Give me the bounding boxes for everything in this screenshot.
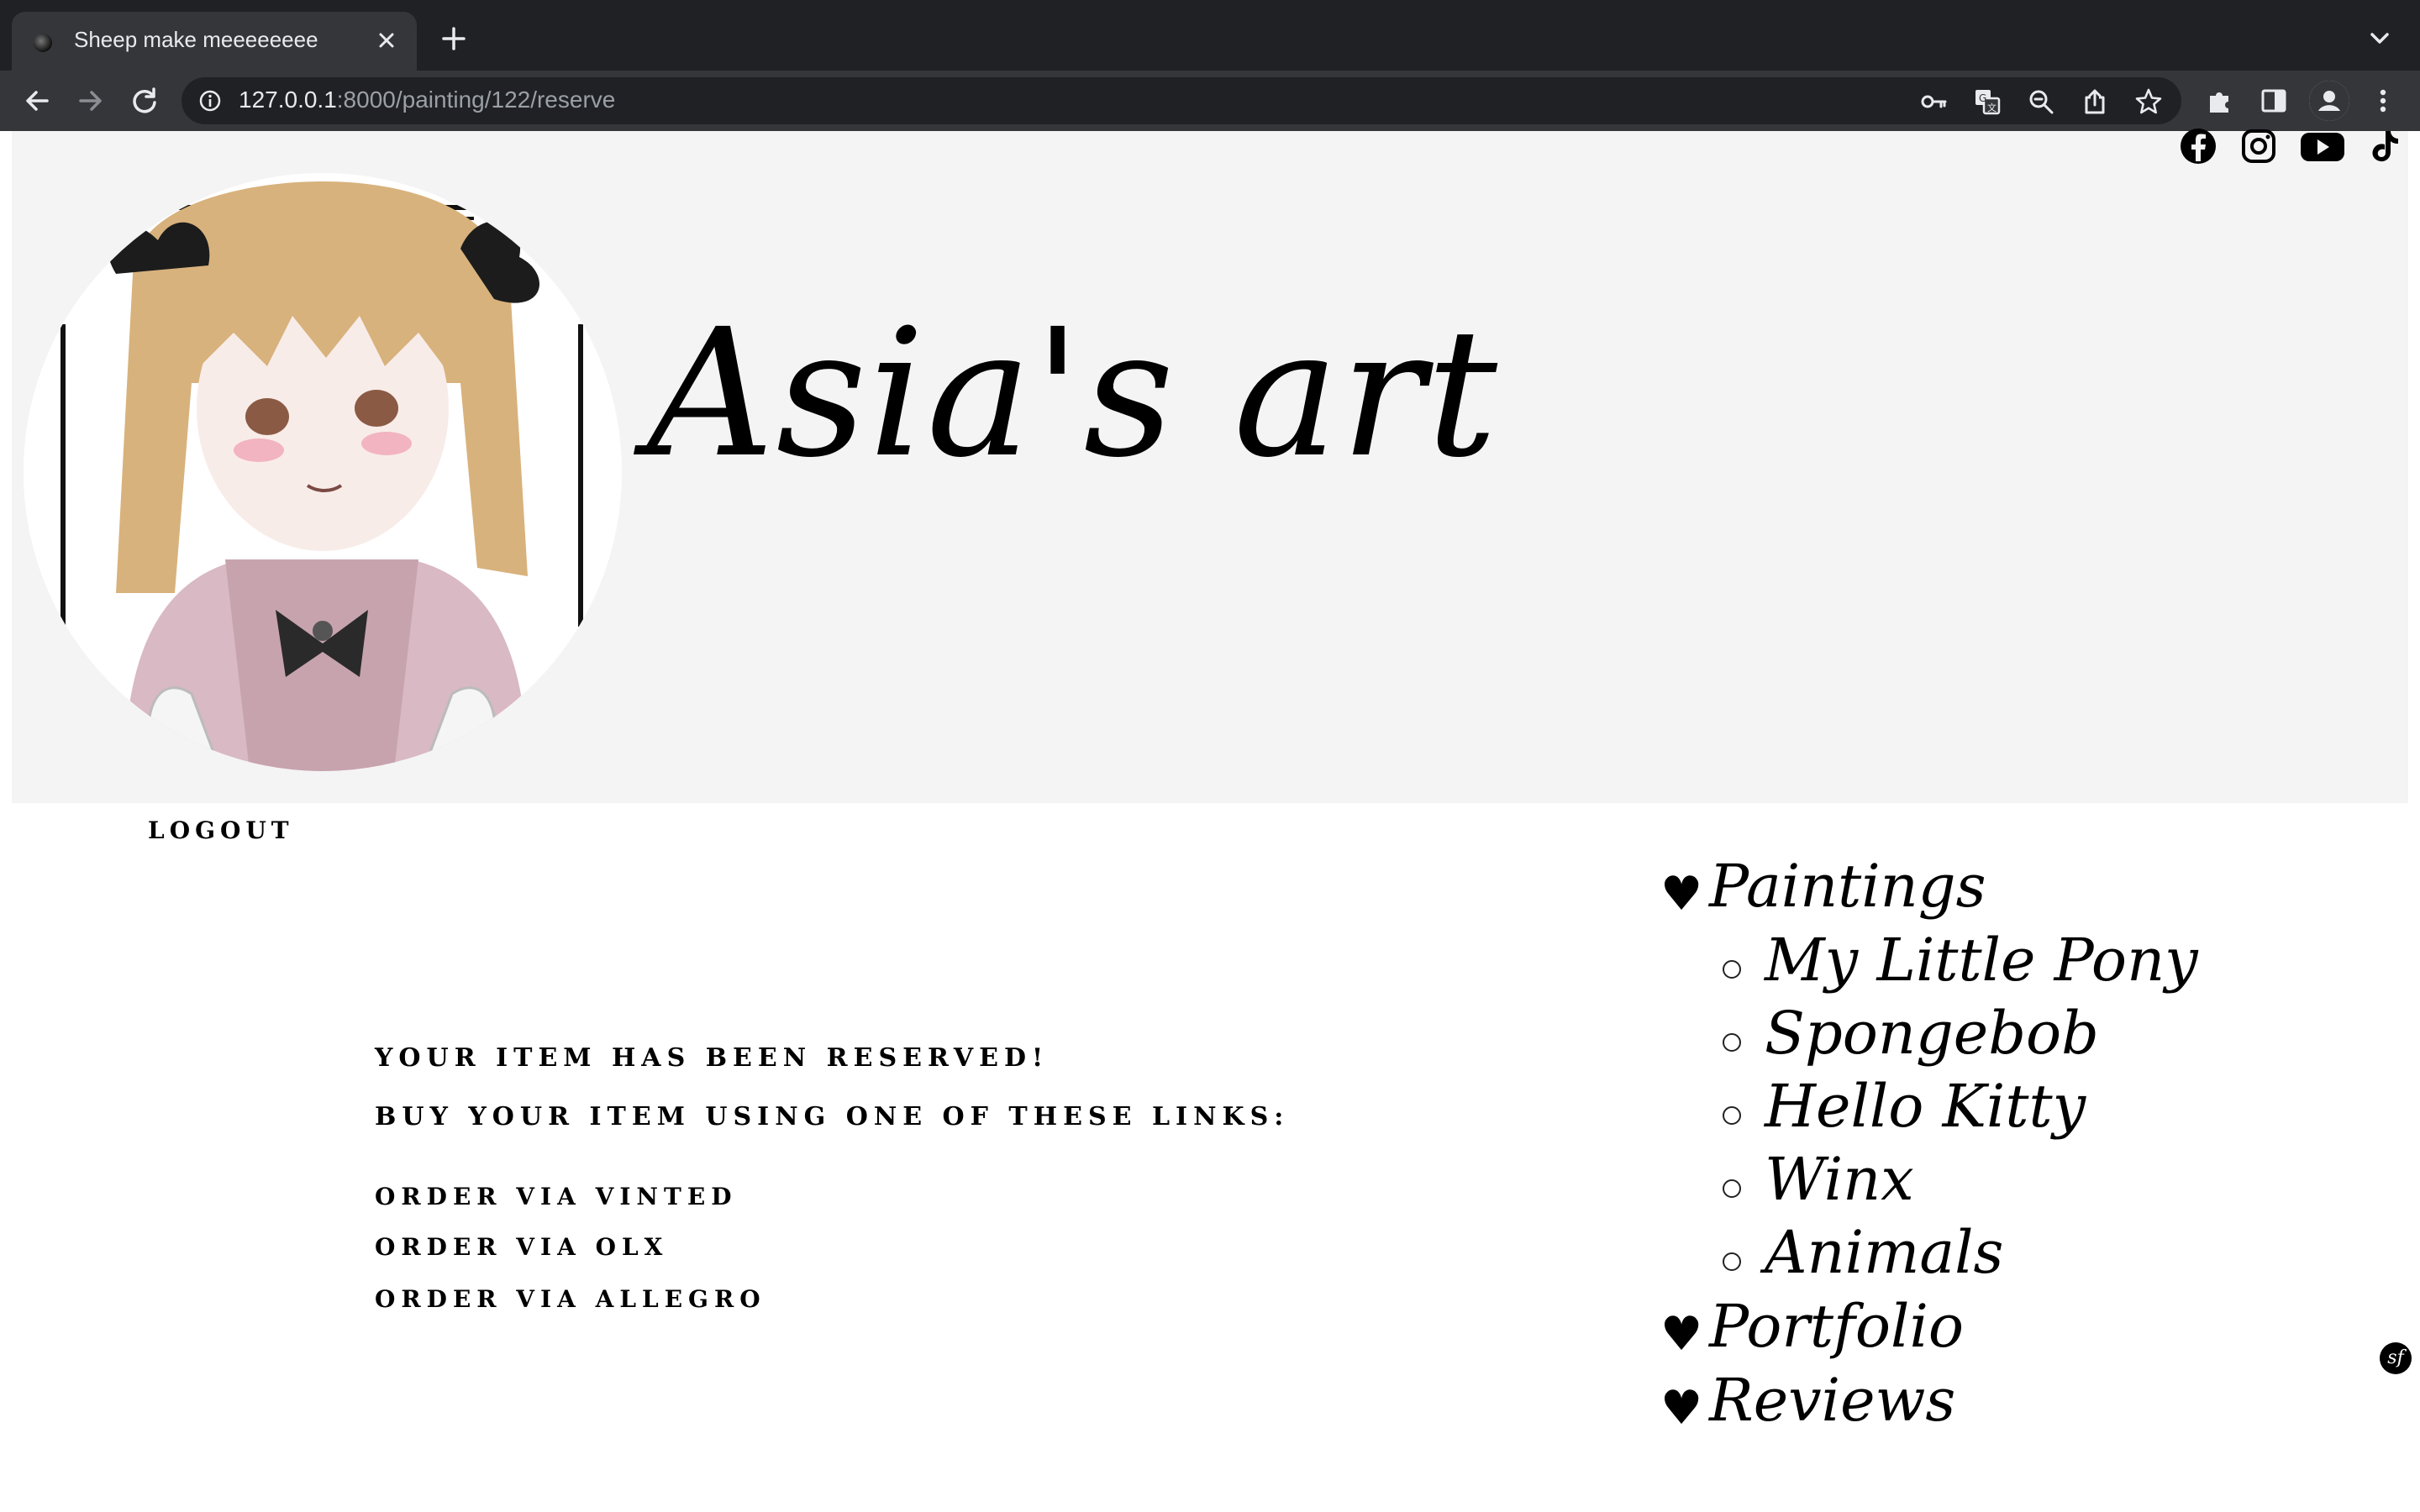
circle-bullet-icon <box>1723 1179 1741 1198</box>
reserved-message: YOUR ITEM HAS BEEN RESERVED! <box>375 1043 1050 1073</box>
order-olx-link[interactable]: ORDER VIA OLX <box>375 1233 668 1261</box>
share-icon[interactable] <box>2081 87 2109 116</box>
submenu-item-animals[interactable]: Animals <box>1765 1218 2003 1287</box>
translate-icon[interactable]: G文 <box>1973 87 2002 116</box>
circle-bullet-icon <box>1723 1252 1741 1271</box>
info-icon[interactable] <box>198 89 222 113</box>
plus-icon[interactable] <box>437 22 471 55</box>
reload-icon[interactable] <box>128 84 161 118</box>
sheep-favicon-icon <box>34 34 52 52</box>
submenu-item-hello-kitty[interactable]: Hello Kitty <box>1765 1072 2086 1141</box>
key-icon[interactable] <box>1919 87 1948 116</box>
browser-tab[interactable]: Sheep make meeeeeeee <box>12 12 417 71</box>
heart-bullet-icon: ♥ <box>1660 867 1703 921</box>
url-host: 127.0.0.1 <box>239 87 337 113</box>
order-vinted-link[interactable]: ORDER VIA VINTED <box>375 1183 737 1210</box>
heart-bullet-icon: ♥ <box>1660 1307 1703 1362</box>
logout-link[interactable]: LOGOUT <box>148 816 294 844</box>
site-title: Asia's art <box>647 291 1500 496</box>
symfony-toolbar-badge[interactable]: sf <box>2380 1342 2412 1374</box>
side-panel-icon[interactable] <box>2257 84 2291 118</box>
tiktok-icon[interactable] <box>2365 126 2405 166</box>
youtube-icon[interactable] <box>2299 126 2346 166</box>
address-bar[interactable]: 127.0.0.1:8000/painting/122/reserve G文 <box>182 77 2181 124</box>
submenu-item-winx[interactable]: Winx <box>1765 1145 1914 1214</box>
star-icon[interactable] <box>2134 87 2163 116</box>
tab-title: Sheep make meeeeeeee <box>74 27 318 52</box>
more-vert-icon[interactable] <box>2366 84 2400 118</box>
url-path: :8000/painting/122/reserve <box>336 87 616 113</box>
submenu-item-my-little-pony[interactable]: My Little Pony <box>1765 926 2198 995</box>
forward-arrow-icon[interactable] <box>74 84 108 118</box>
menu-item-portfolio[interactable]: Portfolio <box>1709 1292 1964 1361</box>
browser-toolbar: 127.0.0.1:8000/painting/122/reserve G文 <box>0 71 2420 131</box>
zoom-out-icon[interactable] <box>2027 87 2055 116</box>
heart-bullet-icon: ♥ <box>1660 1381 1703 1436</box>
menu-item-paintings[interactable]: Paintings <box>1709 852 1986 921</box>
chevron-down-icon[interactable] <box>2365 24 2395 54</box>
links-intro: BUY YOUR ITEM USING ONE OF THESE LINKS: <box>375 1102 1290 1131</box>
tab-strip: Sheep make meeeeeeee <box>0 0 2420 71</box>
circle-bullet-icon <box>1723 1033 1741 1052</box>
circle-bullet-icon <box>1723 960 1741 979</box>
submenu-item-spongebob[interactable]: Spongebob <box>1765 999 2099 1068</box>
circle-bullet-icon <box>1723 1106 1741 1125</box>
svg-text:G: G <box>1979 92 1986 104</box>
instagram-icon[interactable] <box>2238 126 2279 166</box>
menu-item-reviews[interactable]: Reviews <box>1709 1366 1955 1435</box>
avatar <box>24 173 622 771</box>
page-content: Asia's art LOGOUT YOUR ITEM HAS BEEN RES… <box>0 129 2420 1512</box>
close-icon[interactable] <box>370 24 403 57</box>
back-arrow-icon[interactable] <box>20 84 54 118</box>
url-text[interactable]: 127.0.0.1:8000/painting/122/reserve <box>239 87 615 113</box>
profile-icon[interactable] <box>2309 81 2349 121</box>
site-header: Asia's art <box>12 129 2408 803</box>
svg-text:文: 文 <box>1987 102 1996 113</box>
order-allegro-link[interactable]: ORDER VIA ALLEGRO <box>375 1285 766 1313</box>
facebook-icon[interactable] <box>2178 126 2218 166</box>
puzzle-icon[interactable] <box>2203 84 2237 118</box>
